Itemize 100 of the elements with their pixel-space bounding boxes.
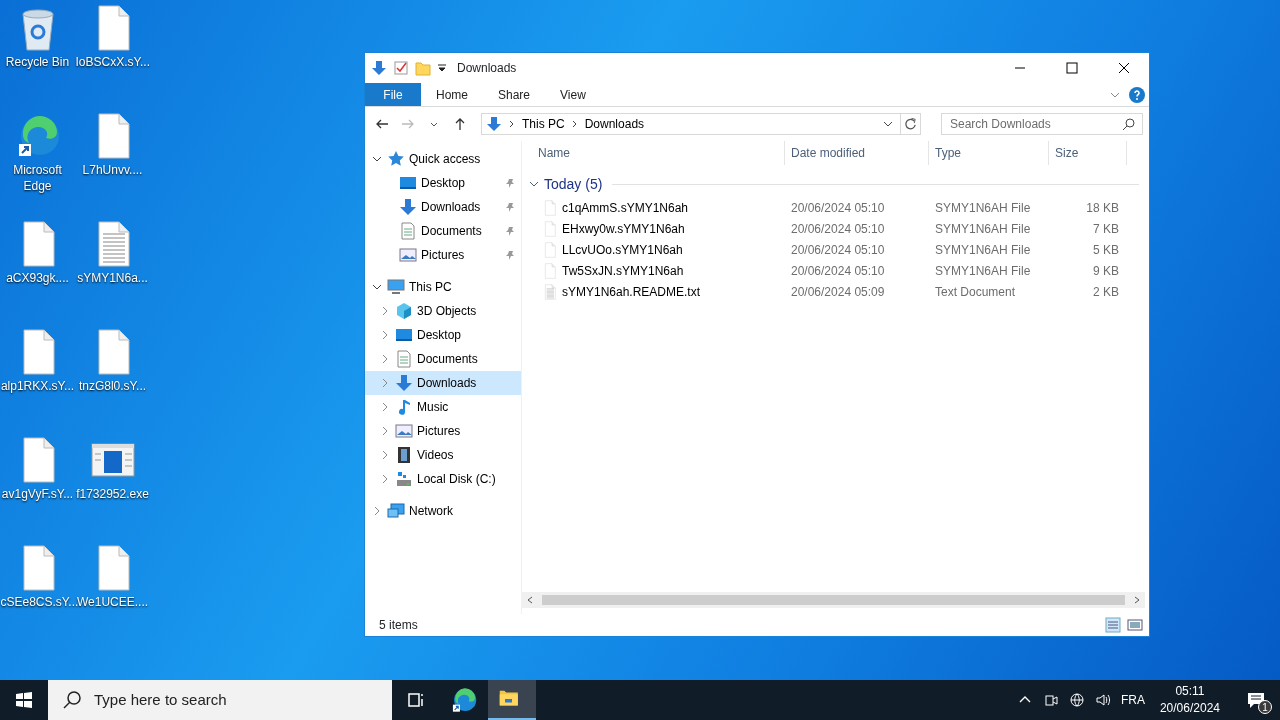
scroll-right-icon[interactable]: [1133, 596, 1141, 604]
column-header[interactable]: Name: [522, 141, 785, 165]
document-icon: [395, 350, 413, 368]
pin-icon[interactable]: [505, 226, 515, 236]
desktop-icon-label[interactable]: av1gVyF.sY...: [1, 486, 74, 502]
text-file-icon: [542, 283, 558, 300]
nav-item[interactable]: Pictures: [365, 243, 521, 267]
column-header[interactable]: Type: [929, 141, 1049, 165]
pin-icon[interactable]: [505, 178, 515, 188]
nav-item[interactable]: Documents: [365, 219, 521, 243]
cube-icon: [395, 302, 413, 320]
desktop-icon-label[interactable]: Recycle Bin: [5, 54, 70, 70]
desktop-icon-label[interactable]: L7hUnvv....: [82, 162, 143, 178]
group-header[interactable]: Today (5): [544, 173, 603, 195]
nav-item[interactable]: Pictures: [365, 419, 521, 443]
desktop-icon-label[interactable]: sYMY1N6a...: [77, 270, 148, 286]
language-indicator[interactable]: FRA: [1117, 680, 1148, 720]
nav-item[interactable]: Downloads: [365, 195, 521, 219]
window-title: Downloads: [457, 60, 518, 77]
nav-item[interactable]: Network: [365, 499, 521, 523]
dropdown-icon[interactable]: [437, 63, 447, 73]
clock-time: 05:11: [1175, 683, 1205, 700]
nav-item[interactable]: Documents: [365, 347, 521, 371]
table-cell-text: 2 KB: [1092, 283, 1119, 301]
nav-item[interactable]: Music: [365, 395, 521, 419]
table-cell-text: 20/06/2024 05:09: [790, 283, 886, 301]
file-icon: [542, 262, 558, 279]
download-arrow-icon: [399, 198, 417, 216]
file-name[interactable]: c1qAmmS.sYMY1N6ah: [562, 198, 689, 217]
search-field[interactable]: Search Downloads: [942, 114, 1122, 134]
download-arrow-icon: [486, 116, 502, 132]
desktop-icon-label[interactable]: f1732952.exe: [76, 486, 149, 502]
table-cell-text: 20/06/2024 05:10: [790, 241, 886, 259]
table-cell-text: 20/06/2024 05:10: [790, 220, 886, 238]
search-icon[interactable]: [1122, 117, 1136, 131]
nav-item[interactable]: Videos: [365, 443, 521, 467]
nav-item[interactable]: This PC: [365, 275, 521, 299]
maximize-icon[interactable]: [1064, 60, 1080, 76]
desktop-icon-label[interactable]: alp1RKX.sY...: [0, 378, 75, 394]
ribbon-tab[interactable]: Share: [483, 83, 546, 106]
star-icon: [387, 150, 405, 168]
picture-icon: [399, 246, 417, 264]
breadcrumb[interactable]: Downloads: [584, 117, 645, 131]
network-icon: [387, 502, 405, 520]
search-box[interactable]: Search Downloads: [941, 113, 1143, 135]
nav-item[interactable]: Local Disk (C:): [365, 467, 521, 491]
table-cell-text: SYMY1N6AH File: [934, 262, 1032, 280]
taskbar-app-button[interactable]: [488, 680, 536, 720]
notification-count: 1: [1258, 700, 1272, 714]
desktop-icon-label[interactable]: tnzG8l0.sY...: [78, 378, 147, 394]
nav-item[interactable]: Desktop: [365, 323, 521, 347]
desktop-icon: [399, 174, 417, 192]
edge-browser-icon: [450, 686, 478, 714]
breadcrumb[interactable]: This PC: [522, 117, 565, 131]
properties-icon[interactable]: [393, 60, 409, 76]
file-name[interactable]: sYMY1N6ah.README.txt: [562, 282, 701, 301]
table-cell-text: 20/06/2024 05:10: [790, 199, 886, 217]
file-name[interactable]: EHxwy0w.sYMY1N6ah: [562, 219, 685, 238]
scroll-left-icon[interactable]: [526, 596, 534, 604]
ribbon-tab[interactable]: View: [545, 83, 601, 106]
table-cell-text: SYMY1N6AH File: [934, 199, 1032, 217]
file-name[interactable]: LLcvUOo.sYMY1N6ah: [562, 240, 683, 259]
taskbar-search-box[interactable]: Type here to search: [48, 680, 392, 720]
film-icon: [395, 446, 413, 464]
download-arrow-icon[interactable]: [371, 60, 387, 76]
ribbon-tab[interactable]: Home: [421, 83, 483, 106]
clock[interactable]: 05:11 20/06/2024: [1151, 683, 1228, 717]
desktop-icon: [395, 326, 413, 344]
globe-icon[interactable]: [1068, 692, 1085, 708]
search-icon: [62, 690, 82, 710]
speaker-icon[interactable]: [1094, 692, 1111, 708]
large-icons-view-icon[interactable]: [1127, 617, 1143, 633]
nav-item[interactable]: 3D Objects: [365, 299, 521, 323]
document-icon: [399, 222, 417, 240]
camera-icon[interactable]: [1042, 692, 1059, 708]
download-arrow-icon: [395, 374, 413, 392]
table-cell-text: 7 KB: [1092, 220, 1119, 238]
nav-item[interactable]: Desktop: [365, 171, 521, 195]
file-menu-button[interactable]: File: [365, 83, 421, 106]
picture-icon: [395, 422, 413, 440]
chevron-icon: [570, 120, 579, 128]
column-header[interactable]: Date modified: [785, 141, 929, 165]
task-view-icon: [406, 690, 426, 710]
pin-icon[interactable]: [505, 250, 515, 260]
close-icon[interactable]: [1116, 60, 1132, 76]
desktop-icon-label[interactable]: IoBSCxX.sY...: [75, 54, 150, 70]
windows-start-icon[interactable]: [15, 691, 33, 709]
nav-item[interactable]: Quick access: [365, 147, 521, 171]
file-name[interactable]: Tw5SxJN.sYMY1N6ah: [562, 261, 684, 280]
scrollbar-thumb[interactable]: [542, 595, 1125, 605]
taskbar-search-field[interactable]: Type here to search: [92, 687, 392, 713]
computer-icon: [387, 278, 405, 296]
pin-icon[interactable]: [505, 202, 515, 212]
desktop-icon-label[interactable]: Microsoft Edge: [0, 162, 75, 194]
address-bar[interactable]: This PC Downloads: [481, 113, 921, 135]
column-header[interactable]: Size: [1049, 141, 1127, 165]
nav-item[interactable]: Downloads: [365, 371, 521, 395]
desktop-icon-label[interactable]: aCX93gk....: [6, 270, 69, 286]
table-cell-text: SYMY1N6AH File: [934, 220, 1032, 238]
help-icon[interactable]: [1129, 86, 1145, 103]
